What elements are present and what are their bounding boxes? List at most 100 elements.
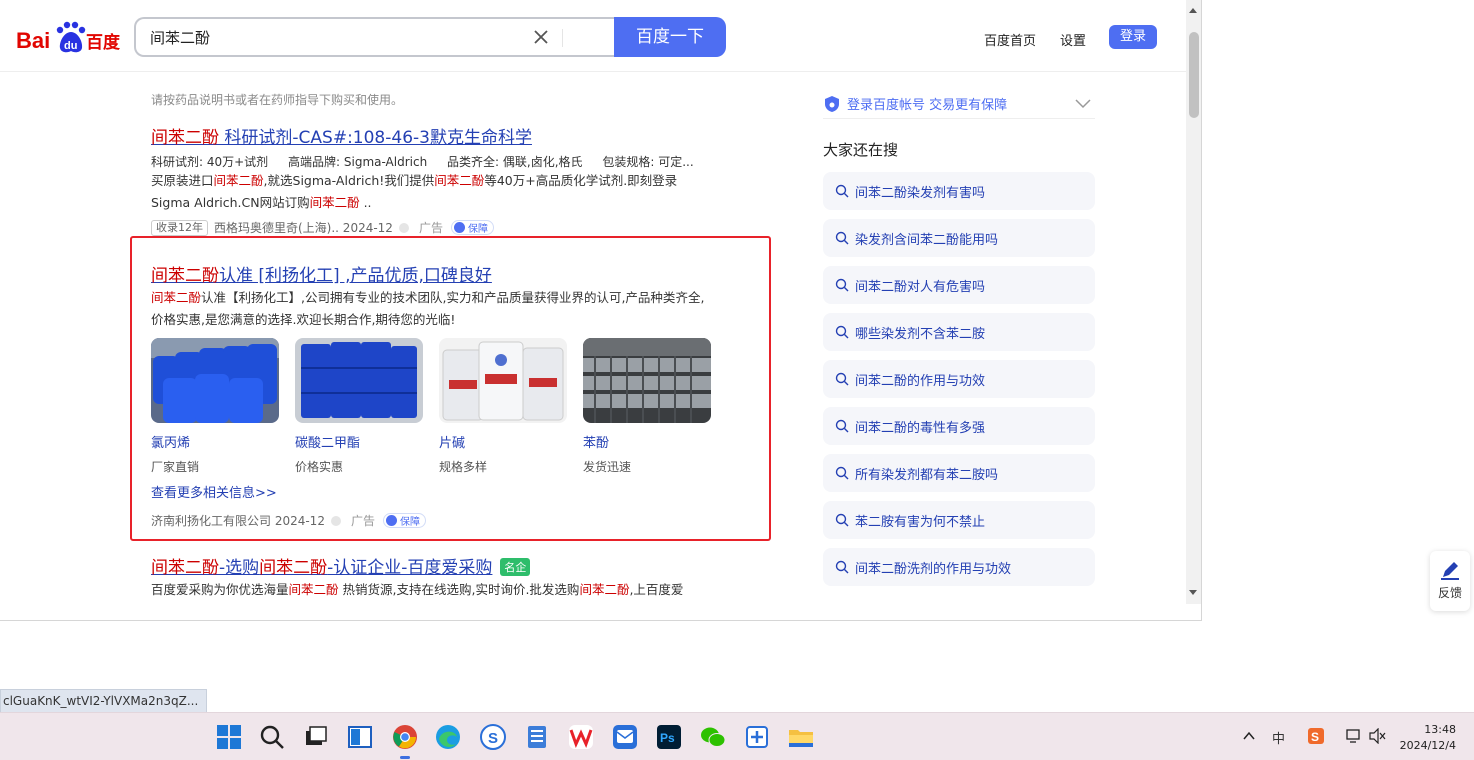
edge-icon[interactable] [435, 724, 461, 750]
indexed-tag: 收录12年 [151, 219, 208, 236]
guarantee-badge[interactable]: 保障 [382, 513, 426, 528]
clock-date: 2024/12/4 [1399, 739, 1456, 752]
related-search-item[interactable]: 间苯二酚对人有危害吗 [823, 266, 1095, 304]
product-card[interactable]: 片碱 规格多样 [439, 338, 567, 475]
product-image[interactable] [439, 338, 567, 423]
file-explorer-icon[interactable] [788, 724, 814, 750]
desc-highlight: 间苯二酚 [434, 173, 485, 188]
clear-icon[interactable] [532, 28, 550, 46]
account-guard-banner[interactable]: 登录百度帐号 交易更有保障 [823, 89, 1095, 119]
volume-muted-icon[interactable] [1368, 728, 1386, 744]
scroll-up-arrow[interactable] [1189, 8, 1197, 13]
snipping-tool-icon[interactable] [744, 724, 770, 750]
settings-link[interactable]: 设置 [1060, 30, 1086, 49]
sogou-icon[interactable]: S [480, 724, 506, 750]
guarantee-label: 保障 [467, 224, 488, 235]
scroll-down-arrow[interactable] [1189, 590, 1197, 595]
related-search-item[interactable]: 所有染发剂都有苯二胺吗 [823, 454, 1095, 492]
system-clock[interactable]: 13:48 2024/12/4 [1396, 722, 1456, 754]
feedback-button[interactable]: 反馈 [1430, 551, 1470, 611]
clock-time: 13:48 [1424, 723, 1456, 736]
desc-highlight: 间苯二酚 [213, 173, 264, 188]
related-search-item[interactable]: 间苯二酚的毒性有多强 [823, 407, 1095, 445]
result-title[interactable]: 间苯二酚-选购间苯二酚-认证企业-百度爱采购 名企 [151, 553, 531, 578]
desc-text: ,就选Sigma-Aldrich!我们提供 [263, 173, 435, 188]
shield-icon [385, 515, 397, 526]
title-highlight: 间苯二酚 [151, 558, 219, 578]
desc-highlight: 间苯二酚 [288, 582, 339, 597]
dropdown-icon[interactable] [398, 222, 409, 233]
shield-icon [453, 222, 465, 233]
feedback-label: 反馈 [1437, 586, 1462, 600]
result-title[interactable]: 间苯二酚认准 [利扬化工] ,产品优质,口碑良好 [151, 261, 492, 286]
more-info-link[interactable]: 查看更多相关信息>> [151, 482, 277, 501]
related-search-item[interactable]: 染发剂含间苯二酚能用吗 [823, 219, 1095, 257]
related-search-item[interactable]: 间苯二酚染发剂有害吗 [823, 172, 1095, 210]
photoshop-icon[interactable]: Ps [656, 724, 682, 750]
qq-mail-icon[interactable] [612, 724, 638, 750]
product-image[interactable] [295, 338, 423, 423]
chevron-down-icon[interactable] [1075, 98, 1091, 109]
source-name[interactable]: 西格玛奥德里奇(上海).. 2024-12 [214, 219, 393, 236]
result-meta: 科研试剂: 40万+试剂 高端品牌: Sigma-Aldrich 品类齐全: 偶… [151, 153, 710, 170]
search-icon [835, 325, 849, 339]
search-button[interactable]: 百度一下 [614, 17, 726, 57]
related-search-item[interactable]: 间苯二酚的作用与功效 [823, 360, 1095, 398]
baidu-logo[interactable]: Bai du 百度 [16, 20, 120, 54]
search-icon [835, 278, 849, 292]
guarantee-badge[interactable]: 保障 [450, 220, 494, 235]
scrollbar[interactable] [1186, 0, 1201, 604]
scroll-thumb[interactable] [1189, 32, 1199, 118]
windows-start-icon[interactable] [216, 724, 242, 750]
search-icon [835, 231, 849, 245]
chevron-up-icon[interactable] [1242, 729, 1256, 743]
guarantee-label: 保障 [399, 517, 420, 528]
title-highlight: 间苯二酚 [151, 266, 219, 286]
widgets-icon[interactable] [347, 724, 373, 750]
desc-text: 认准【利扬化工】,公司拥有专业的技术团队,实力和产品质量获得业界的认可,产品种类… [151, 290, 705, 327]
result-description: 百度爱采购为你优选海量间苯二酚 热销货源,支持在线选购,实时询价.批发选购间苯二… [151, 579, 716, 601]
wechat-icon[interactable] [700, 724, 726, 750]
svg-text:S: S [1311, 730, 1319, 744]
notepad-icon[interactable] [524, 724, 550, 750]
paw-shield-icon [825, 95, 839, 112]
search-icon[interactable] [259, 724, 285, 750]
drug-notice: 请按药品说明书或者在药师指导下购买和使用。 [151, 93, 404, 107]
related-search-label: 间苯二酚的作用与功效 [855, 373, 986, 389]
product-card[interactable]: 碳酸二甲酯 价格实惠 [295, 338, 423, 475]
related-search-label: 间苯二酚染发剂有害吗 [855, 185, 986, 201]
related-search-item[interactable]: 哪些染发剂不含苯二胺 [823, 313, 1095, 351]
product-name[interactable]: 片碱 [439, 432, 567, 451]
chrome-icon[interactable] [392, 724, 418, 750]
product-image[interactable] [583, 338, 711, 423]
title-text: 科研试剂-CAS#:108-46-3默克生命科学 [219, 128, 532, 148]
product-name[interactable]: 氯丙烯 [151, 432, 279, 451]
related-search-label: 间苯二酚洗剂的作用与功效 [855, 561, 1012, 577]
product-name[interactable]: 碳酸二甲酯 [295, 432, 423, 451]
dropdown-icon[interactable] [330, 515, 341, 526]
result-description: 买原装进口间苯二酚,就选Sigma-Aldrich!我们提供间苯二酚等40万+高… [151, 170, 716, 214]
related-search-item[interactable]: 间苯二酚洗剂的作用与功效 [823, 548, 1095, 586]
svg-text:Bai: Bai [16, 28, 50, 53]
network-icon[interactable] [1345, 728, 1363, 744]
search-header: Bai du 百度 间苯二酚 百度一下 百度首页 设置 登录 [0, 0, 1186, 72]
product-name[interactable]: 苯酚 [583, 432, 711, 451]
title-text: -认证企业-百度爱采购 [327, 558, 493, 578]
desc-highlight: 间苯二酚 [309, 195, 360, 210]
result-title[interactable]: 间苯二酚 科研试剂-CAS#:108-46-3默克生命科学 [151, 123, 532, 148]
login-button[interactable]: 登录 [1109, 25, 1157, 49]
search-input[interactable]: 间苯二酚 [150, 27, 210, 48]
product-card[interactable]: 苯酚 发货迅速 [583, 338, 711, 475]
svg-text:S: S [488, 730, 498, 747]
search-box[interactable]: 间苯二酚 [134, 17, 616, 57]
related-search-item[interactable]: 苯二胺有害为何不禁止 [823, 501, 1095, 539]
home-link[interactable]: 百度首页 [984, 30, 1036, 49]
source-name[interactable]: 济南利扬化工有限公司 2024-12 [151, 512, 325, 529]
product-card[interactable]: 氯丙烯 厂家直销 [151, 338, 279, 475]
product-image[interactable] [151, 338, 279, 423]
wps-icon[interactable] [568, 724, 594, 750]
status-url-bar: clGuaKnK_wtVI2-YlVXMa2n3qZ... [0, 689, 208, 713]
ime-indicator[interactable]: 中 [1272, 728, 1285, 747]
sogou-ime-icon[interactable]: S [1307, 727, 1325, 745]
task-view-icon[interactable] [303, 724, 329, 750]
